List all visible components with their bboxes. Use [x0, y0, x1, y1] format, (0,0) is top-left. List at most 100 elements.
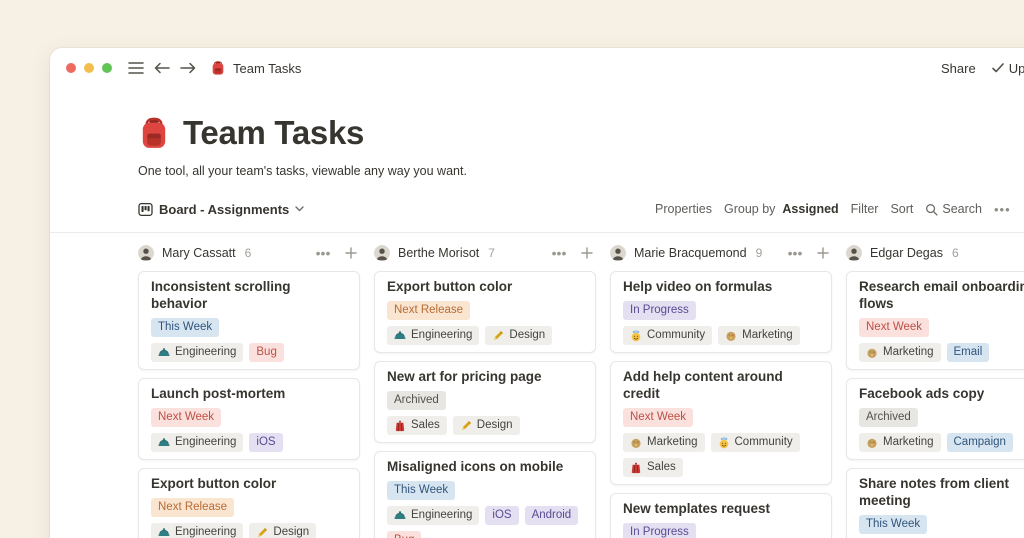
column-more-button[interactable]: ••• [550, 244, 568, 262]
card-title: New art for pricing page [387, 368, 583, 385]
task-card[interactable]: Facebook ads copy Archived MarketingCamp… [846, 378, 1024, 460]
column-cards: Export button color Next Release Enginee… [374, 271, 596, 538]
card-status-row: Archived [859, 408, 1024, 427]
properties-button[interactable]: Properties [655, 202, 712, 216]
card-status-row: This Week [151, 318, 347, 337]
board-column: Berthe Morisot 7 ••• Export button color… [374, 242, 596, 538]
search-button[interactable]: Search [925, 202, 982, 216]
marketing-tag: Marketing [859, 433, 941, 452]
column-add-button[interactable] [814, 244, 832, 262]
column-title: Edgar Degas [870, 246, 943, 260]
next-week-tag: Next Week [623, 408, 693, 427]
column-count: 6 [952, 246, 959, 260]
task-card[interactable]: Help video on formulas In Progress Commu… [610, 271, 832, 353]
toolbar-menu: Properties Group by Assigned Filter Sort… [655, 196, 1024, 222]
design-icon [492, 330, 504, 342]
more-options-button[interactable]: ••• [994, 202, 1011, 217]
design-icon [256, 527, 268, 538]
check-icon [992, 63, 1004, 73]
page-subtitle: One tool, all your team's tasks, viewabl… [138, 164, 1024, 178]
bug-tag: Bug [249, 343, 283, 362]
column-add-button[interactable] [342, 244, 360, 262]
next-week-tag: Next Week [859, 318, 929, 337]
task-card[interactable]: Inconsistent scrolling behavior This Wee… [138, 271, 360, 370]
community-tag: Community [711, 433, 800, 452]
card-tags-row: EngineeringDesign [151, 523, 347, 538]
task-card[interactable]: Add help content around credit Next Week… [610, 361, 832, 485]
column-count: 7 [488, 246, 495, 260]
minimize-window-button[interactable] [84, 63, 94, 73]
card-status-row: Archived [387, 391, 583, 410]
back-arrow-icon[interactable] [152, 58, 172, 78]
column-title: Berthe Morisot [398, 246, 479, 260]
card-title: Research email onboarding flows [859, 278, 1024, 312]
task-card[interactable]: Research email onboarding flows Next Wee… [846, 271, 1024, 370]
window-title: Team Tasks [233, 61, 301, 76]
task-card[interactable]: Share notes from client meeting This Wee… [846, 468, 1024, 538]
card-tags-row: CommunityMarketing [623, 326, 819, 345]
card-tags-row: SalesDesign [387, 416, 583, 435]
marketing-tag: Marketing [859, 343, 941, 362]
task-card[interactable]: Export button color Next Release Enginee… [374, 271, 596, 353]
sort-button[interactable]: Sort [890, 202, 913, 216]
page-title: Team Tasks [183, 114, 364, 152]
column-actions: ••• [786, 244, 832, 262]
titlebar-actions: Share Updates [941, 48, 1024, 88]
forward-arrow-icon[interactable] [178, 58, 198, 78]
column-more-button[interactable]: ••• [314, 244, 332, 262]
card-title: Misaligned icons on mobile [387, 458, 583, 475]
engineering-tag: Engineering [151, 343, 243, 362]
archived-tag: Archived [859, 408, 918, 427]
marketing-icon [725, 330, 737, 342]
sales-icon [394, 420, 406, 432]
page-header: Team Tasks [138, 114, 1024, 152]
close-window-button[interactable] [66, 63, 76, 73]
task-card[interactable]: New templates request In Progress Market… [610, 493, 832, 538]
column-actions: ••• [550, 244, 596, 262]
card-status-row: In Progress [623, 301, 819, 320]
design-tag: Design [485, 326, 552, 345]
engineering-tag: Engineering [387, 506, 479, 525]
chevron-down-icon [295, 206, 304, 212]
column-more-button[interactable]: ••• [786, 244, 804, 262]
window-controls [66, 63, 112, 73]
column-header: Edgar Degas 6 ••• [846, 242, 1024, 264]
card-title: Help video on formulas [623, 278, 819, 295]
engineering-tag: Engineering [151, 523, 243, 538]
card-title: New templates request [623, 500, 819, 517]
task-card[interactable]: Launch post-mortem Next Week Engineering… [138, 378, 360, 460]
titlebar: Team Tasks Share Updates [50, 48, 1024, 88]
share-button[interactable]: Share [941, 61, 976, 76]
card-status-row: Next Release [387, 301, 583, 320]
group-by-button[interactable]: Group by Assigned [724, 202, 839, 216]
column-cards: Help video on formulas In Progress Commu… [610, 271, 832, 538]
task-card[interactable]: New art for pricing page Archived SalesD… [374, 361, 596, 443]
marketing-icon [866, 347, 878, 359]
task-card[interactable]: Misaligned icons on mobile This Week Eng… [374, 451, 596, 538]
view-switcher-button[interactable]: Board - Assignments [138, 202, 304, 217]
ios-tag: iOS [249, 433, 282, 452]
filter-button[interactable]: Filter [851, 202, 879, 216]
board-column: Edgar Degas 6 ••• Research email onboard… [846, 242, 1024, 538]
column-title: Mary Cassatt [162, 246, 236, 260]
marketing-icon [866, 437, 878, 449]
sales-tag: Sales [623, 458, 683, 477]
android-tag: Android [525, 506, 579, 525]
engineering-tag: Engineering [151, 433, 243, 452]
avatar [610, 245, 626, 261]
sales-tag: Sales [387, 416, 447, 435]
column-add-button[interactable] [578, 244, 596, 262]
backpack-icon[interactable] [138, 115, 170, 151]
column-count: 6 [245, 246, 252, 260]
zoom-window-button[interactable] [102, 63, 112, 73]
task-card[interactable]: Export button color Next Release Enginee… [138, 468, 360, 538]
community-tag: Community [623, 326, 712, 345]
column-count: 9 [756, 246, 763, 260]
card-title: Launch post-mortem [151, 385, 347, 402]
column-actions: ••• [314, 244, 360, 262]
card-status-row: In Progress [623, 523, 819, 538]
engineering-icon [394, 330, 406, 342]
menu-icon[interactable] [126, 58, 146, 78]
updates-button[interactable]: Updates [992, 61, 1024, 76]
card-status-row: Next Week [623, 408, 819, 427]
